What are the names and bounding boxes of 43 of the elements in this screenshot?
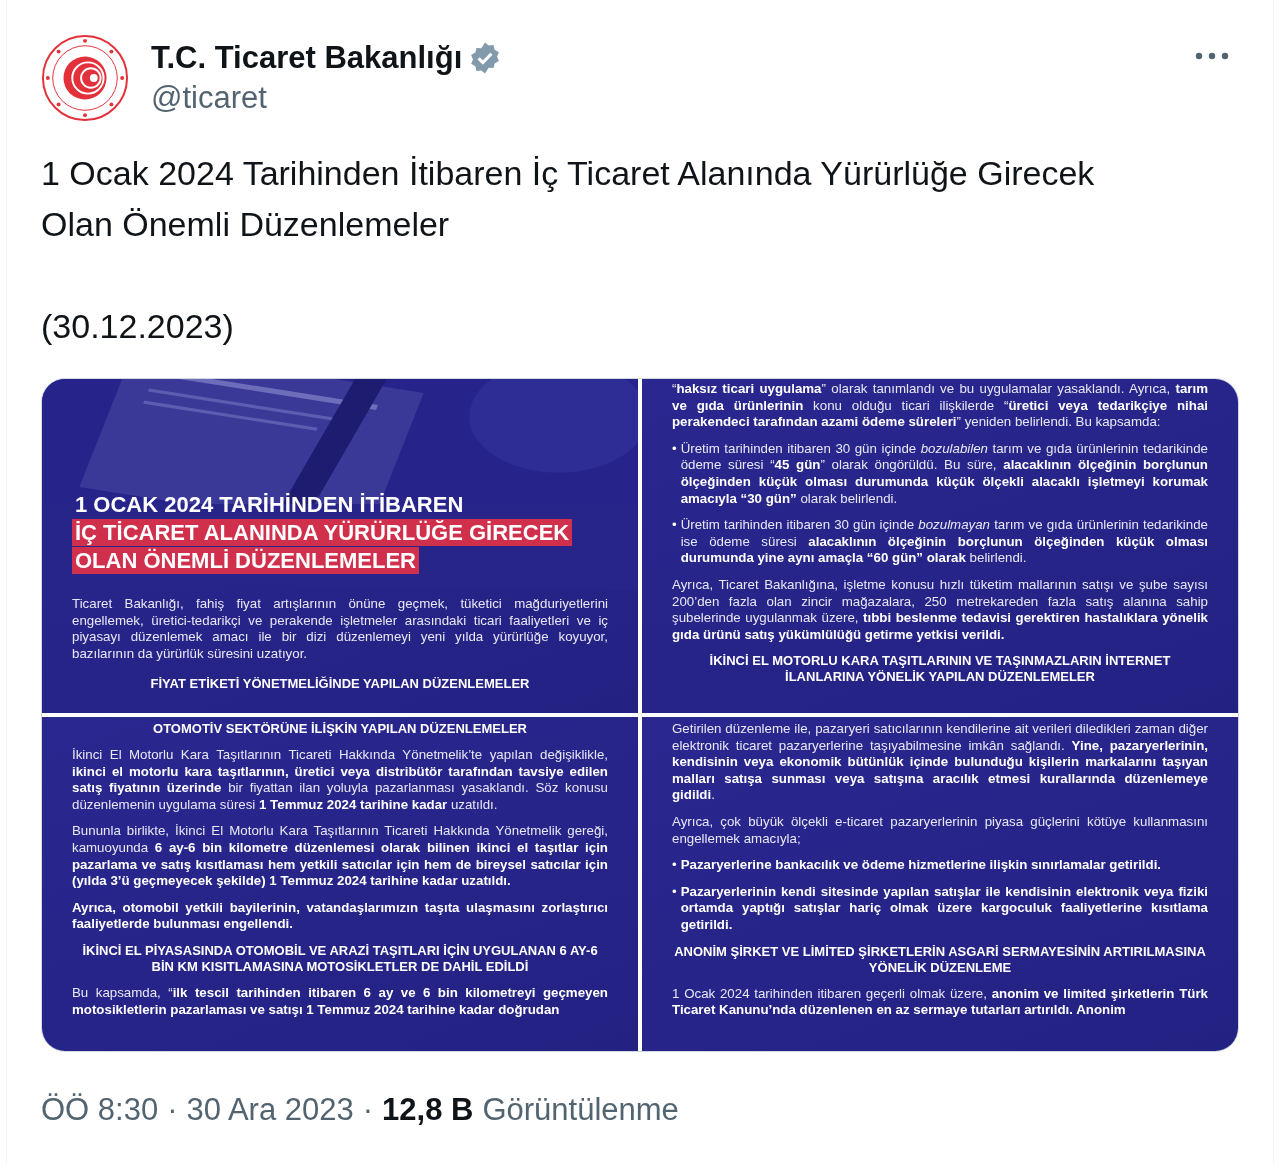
separator-dot: · <box>167 1092 178 1128</box>
section-heading: İKİNCİ EL PİYASASINDA OTOMOBİL VE ARAZİ TAŞITLARI İÇİN UYGULANAN 6 AY-6 BİN KM KISITLAMASINA MOTOSİKLETLER DE DAHİL EDİLDİ <box>81 942 599 975</box>
separator-dot: · <box>362 1092 374 1128</box>
views-label: Görüntülenme <box>482 1092 679 1128</box>
body-paragraph: 1 Ocak 2024 tarihinden itibaren geçerli olmak üzere, anonim ve limited şirketlerin Türk Ticaret Kanunu’nda düzenlenen en az sermaye tutarları artırıldı. Anonim <box>672 985 1208 1019</box>
post-time: ÖÖ 8:30 <box>41 1092 159 1128</box>
infographic-panel[interactable] <box>42 379 638 713</box>
ministry-logo-icon[interactable] <box>41 34 129 122</box>
body-paragraph: Ticaret Bakanlığı, fahiş fiyat artışlarının önüne geçmek, tüketici mağduriyetlerini engellemek, üretici-tedarikçi ve perakende işletmeler arasındaki ticari faaliyetleri ve iç piyasayı düzenlemek amacı ile bir dizi düzenlemeyi yeni yılda yürürlüğe koyuyor, bazılarının da yürürlük süresini uzatıyor. <box>72 596 608 663</box>
section-heading: ANONİM ŞİRKET VE LİMİTED ŞİRKETLERİN ASGARİ SERMAYESİNİN ARTIRILMASINA YÖNELİK DÜZENLEME <box>673 943 1207 976</box>
section-heading: İKİNCİ EL MOTORLU KARA TAŞITLARININ VE TAŞINMAZLARIN İNTERNET İLANLARINA YÖNELİK YAPILAN DÜZENLEMELER <box>708 653 1172 686</box>
body-paragraph: Ayrıca, Ticaret Bakanlığına, işletme konusu hızlı tüketim mallarının satışı ve şube sayısı 200’den fazla olan zincir mağazalara, 250 metrekareden fazla satış alanına sahip şubelerinde uygulanmak üzere, tıbbi beslenme tedavisi gerektiren hastalıklara yönelik gıda ürünü satış yükümlülüğü getirme yetkisi verildi. <box>672 576 1208 644</box>
bullet-text: Üretim tarihinden itibaren 30 gün içinde bozulabilen tarım ve gıda ürünlerinin tedarikinde ödeme süresi “45 gün” olarak öngörüldü. Bu süre, alacaklının ölçeğinin borçlunun ölçeğinden küçük olması durumunda küçük ölçekli alacaklı işletmeyi korumak amacıyla “30 gün” olarak belirlendi. <box>680 440 1208 508</box>
headline-text: 1 OCAK 2024 TARİHİNDEN İTİBAREN <box>74 491 465 518</box>
more-options-icon[interactable] <box>1195 51 1229 61</box>
account-name[interactable]: T.C. Ticaret Bakanlığı <box>151 40 463 76</box>
infographic-panel[interactable] <box>42 717 638 1051</box>
bullet-marker: • <box>672 440 677 458</box>
body-paragraph: “haksız ticari uygulama” olarak tanımlandı ve bu uygulamalar yasaklandı. Ayrıca, tarım ve gıda ürünlerinin konu olduğu ticari ilişkilerde “üretici veya tedarikçiye nihai perakendeci tarafından azami ödeme süreleri” yeniden belirlendi. Bu kapsamda: <box>672 381 1208 431</box>
tweet-text: 1 Ocak 2024 Tarihinden İtibaren İç Ticaret Alanında Yürürlüğe Girecek Olan Önemli Düzenlemeler <box>41 153 1096 245</box>
headline-text: OLAN ÖNEMLİ DÜZENLEMELER <box>72 547 419 574</box>
body-paragraph: Bununla birlikte, İkinci El Motorlu Kara Taşıtlarının Ticareti Hakkında Yönetmelik gereği, kamuoyunda 6 ay-6 bin kilometre düzenlemesi olarak bilinen ikinci el taşıtlar için pazarlama ve satış kısıtlaması hem yetkili satıcılar için hem de bireysel satıcılar için (yılda 3’ü geçmeyecek şekilde) 1 Temmuz 2024 tarihine kadar uzatıldı. <box>72 823 608 890</box>
body-paragraph: Ayrıca, çok büyük ölçekli e-ticaret pazaryerlerinin piyasa güçlerini kötüye kullanmasını engellemek amacıyla; <box>672 813 1208 848</box>
post-date: 30 Ara 2023 <box>186 1092 354 1128</box>
account-handle[interactable]: @ticaret <box>151 80 1173 116</box>
tweet-text: (30.12.2023) <box>41 306 235 347</box>
body-paragraph: Ayrıca, otomobil yetkili bayilerinin, vatandaşlarımızın taşıta ulaşmasını zorlaştırıcı faaliyetlerde bulunması engellendi. <box>72 899 608 933</box>
body-paragraph: Getirilen düzenleme ile, pazaryeri satıcılarının kendilerine ait verileri diledikleri zaman diğer elektronik ticaret pazaryerlerine taşıyabilmesine imkân sağlandı. Yine, pazaryerlerinin, kendisinin veya ekonomik bütünlük içinde bulunduğu kişilerin markalarını taşıyan malları satışa sunması veya satışına aracılık etmesi kurallarında düzenlemeye gidildi. <box>672 721 1208 804</box>
body-paragraph: İkinci El Motorlu Kara Taşıtlarının Ticareti Hakkında Yönetmelik’te yapılan değişiklikle, ikinci el motorlu kara taşıtlarının, üretici veya distribütör tarafından tavsiye edilen satış fiyatının üzerinde bir fiyattan ilan yoluyla pazarlanması yasaklandı. Söz konusu düzenlemenin uygulama süresi 1 Temmuz 2024 tarihine kadar uzatıldı. <box>72 747 608 814</box>
view-count: 12,8 B <box>382 1092 474 1128</box>
infographic-panel[interactable] <box>642 379 1238 713</box>
bullet-marker: • <box>672 883 677 901</box>
infographic-panel[interactable] <box>642 717 1238 1051</box>
section-heading: OTOMOTİV SEKTÖRÜNE İLİŞKİN YAPILAN DÜZENLEMELER <box>152 721 528 737</box>
section-heading: FİYAT ETİKETİ YÖNETMELİĞİNDE YAPILAN DÜZENLEMELER <box>149 676 531 693</box>
bullet-text: Pazaryerlerine bankacılık ve ödeme hizmetlerine ilişkin sınırlamalar getirildi. <box>680 857 1163 874</box>
bullet-text: Pazaryerlerinin kendi sitesinde yapılan satışlar ile kendisinin elektronik veya fiziki ortamda yaptığı satışlar hariç olmak üzere kargoculuk faaliyetlerine kısıtlama getirildi. <box>680 883 1208 934</box>
image-grid[interactable] <box>41 378 1239 1052</box>
body-paragraph: Bu kapsamda, “ilk tescil tarihinden itibaren 6 ay ve 6 bin kilometreyi geçmeyen motosikletlerin pazarlaması ve satışı 1 Temmuz 2024 tarihine kadar doğrudan <box>72 984 608 1019</box>
headline-text: İÇ TİCARET ALANINDA YÜRÜRLÜĞE GİRECEK <box>72 519 573 546</box>
bullet-marker: • <box>672 857 677 874</box>
bullet-text: Üretim tarihinden itibaren 30 gün içinde bozulmayan tarım ve gıda ürünlerinin tedarikinde ise ödeme süresi alacaklının ölçeğinin borçlunun ölçeğinden küçük olması durumunda yine aynı amaçla “60 gün” olarak belirlendi. <box>680 517 1208 567</box>
bullet-marker: • <box>672 517 677 535</box>
